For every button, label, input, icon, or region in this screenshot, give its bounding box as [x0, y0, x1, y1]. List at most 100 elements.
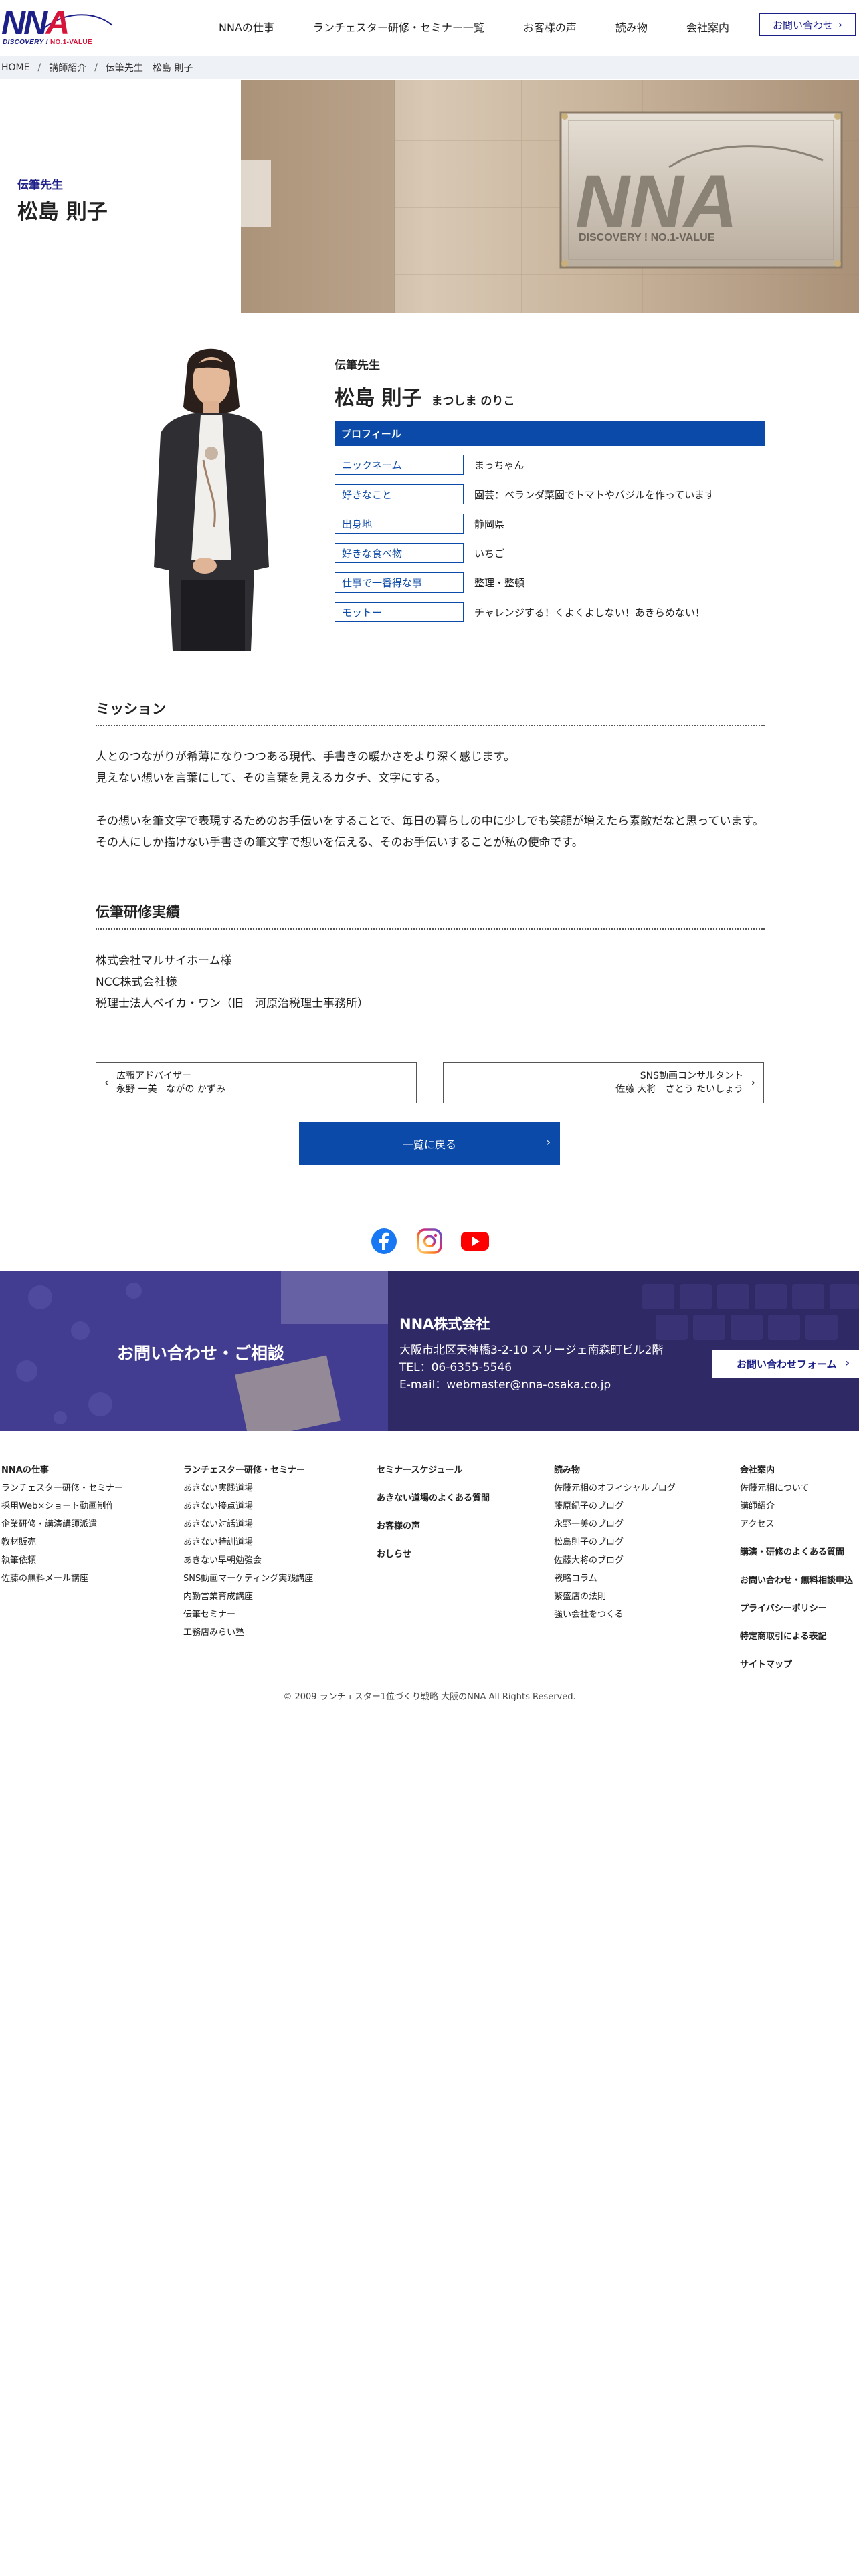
footer-col-company: 会社案内 佐藤元相について 講師紹介 アクセス 講演・研修のよくある質問 お問い…	[740, 1461, 853, 1684]
instagram-icon[interactable]	[416, 1228, 443, 1255]
footer-link[interactable]: 佐藤元相のオフィシャルブログ	[554, 1479, 676, 1497]
footer-heading[interactable]: 読み物	[554, 1461, 676, 1479]
footer-link[interactable]: 企業研修・講演講師派遣	[1, 1515, 123, 1533]
footer-link[interactable]: 繁盛店の法則	[554, 1588, 676, 1606]
contact-form-button[interactable]: お問い合わせフォーム ›	[712, 1350, 859, 1378]
profile-role: 伝筆先生	[335, 359, 380, 372]
youtube-icon[interactable]	[460, 1228, 490, 1255]
profile-key: 好きな食べ物	[335, 543, 464, 563]
header-contact-button[interactable]: お問い合わせ ›	[759, 13, 856, 36]
footer-link[interactable]: 講師紹介	[740, 1497, 853, 1515]
profile-row: 出身地 静岡県	[335, 514, 765, 534]
breadcrumb-current: 伝筆先生 松島 則子	[105, 63, 193, 74]
nav-item-company[interactable]: 会社案内	[686, 19, 729, 35]
profile-name: 松島 則子 まつしま のりこ	[335, 381, 514, 411]
footer-link[interactable]: 工務店みらい塾	[183, 1624, 313, 1642]
footer-link[interactable]: 藤原紀子のブログ	[554, 1497, 676, 1515]
profile-name-text: 松島 則子	[335, 387, 422, 410]
footer-link[interactable]: あきない早朝勉強会	[183, 1551, 313, 1570]
site-header: NNA DISCOVERY ! NO.1-VALUE NNAの仕事 ランチェスタ…	[0, 0, 859, 53]
mission-line: その想いを筆文字で表現するためのお手伝いをすることで、毎日の暮らしの中に少しでも…	[96, 815, 764, 828]
main-nav: NNAの仕事 ランチェスター研修・セミナー一覧 お客様の声 読み物 会社案内	[201, 0, 729, 53]
nav-item-voices[interactable]: お客様の声	[523, 19, 577, 35]
chevron-right-icon: ›	[838, 19, 842, 31]
footer-heading[interactable]: 会社案内	[740, 1461, 853, 1479]
hero-image: NNA DISCOVERY ! NO.1-VALUE	[241, 80, 859, 313]
footer-link[interactable]: お問い合わせ・無料相談申込	[740, 1572, 853, 1590]
mission-divider	[96, 725, 765, 726]
footer-link[interactable]: 戦略コラム	[554, 1570, 676, 1588]
logo-text-left: NN	[1, 4, 47, 41]
footer-heading[interactable]: NNAの仕事	[1, 1461, 123, 1479]
chevron-right-icon: ›	[845, 1356, 850, 1369]
footer-link[interactable]: あきない対話道場	[183, 1515, 313, 1533]
prev-role: 広報アドバイザー	[116, 1071, 191, 1081]
footer-link[interactable]: おしらせ	[377, 1545, 490, 1564]
achievement-item: NCC株式会社様	[96, 976, 177, 989]
sign-sub-text: DISCOVERY ! NO.1-VALUE	[579, 232, 715, 243]
hero-title: 伝筆先生 松島 則子	[17, 175, 108, 225]
facebook-icon[interactable]	[371, 1228, 397, 1255]
back-to-list-label: 一覧に戻る	[402, 1138, 456, 1151]
footer-link[interactable]: 特定商取引による表記	[740, 1628, 853, 1646]
profile-value: 園芸：ベランダ菜園でトマトやバジルを作っています	[474, 488, 715, 501]
contact-company: NNA株式会社	[399, 1316, 490, 1332]
logo-sub-left: DISCOVERY !	[3, 39, 51, 46]
footer-link[interactable]: プライバシーポリシー	[740, 1600, 853, 1618]
footer-link[interactable]: 教材販売	[1, 1533, 123, 1551]
footer-link[interactable]: 内勤営業育成講座	[183, 1588, 313, 1606]
profile-row: 仕事で一番得な事 整理・整頓	[335, 572, 765, 593]
chevron-right-icon: ›	[751, 1076, 755, 1089]
footer-link[interactable]: あきない接点道場	[183, 1497, 313, 1515]
achievement-item: 株式会社マルサイホーム様	[96, 954, 232, 968]
footer-link[interactable]: 採用Web×ショート動画制作	[1, 1497, 123, 1515]
footer-link[interactable]: 講演・研修のよくある質問	[740, 1543, 853, 1562]
footer-link[interactable]: お客様の声	[377, 1517, 490, 1535]
footer-link[interactable]: 永野一美のブログ	[554, 1515, 676, 1533]
nav-item-seminars[interactable]: ランチェスター研修・セミナー一覧	[313, 19, 484, 35]
footer-link[interactable]: 強い会社をつくる	[554, 1606, 676, 1624]
mission-text: 人とのつながりが希薄になりつつある現代、手書きの暖かさをより深く感じます。 見え…	[96, 746, 765, 853]
nav-item-work[interactable]: NNAの仕事	[219, 19, 274, 35]
profile-value: 静岡県	[474, 518, 505, 530]
logo-sub-right: NO.1-VALUE	[50, 39, 92, 46]
profile-table: ニックネーム まっちゃん 好きなこと 園芸：ベランダ菜園でトマトやバジルを作っていま…	[335, 455, 765, 631]
footer-link[interactable]: 執筆依頼	[1, 1551, 123, 1570]
breadcrumb-home[interactable]: HOME	[1, 62, 29, 73]
footer-col-seminars: ランチェスター研修・セミナー あきない実践道場 あきない接点道場 あきない対話道…	[183, 1461, 313, 1642]
contact-band: お問い合わせ・ご相談 NNA株式会社 大阪市北区天神橋3-2-10 スリージェ南…	[0, 1271, 859, 1431]
footer-link[interactable]: 佐藤元相について	[740, 1479, 853, 1497]
profile-row: ニックネーム まっちゃん	[335, 455, 765, 475]
footer-link[interactable]: SNS動画マーケティング実践講座	[183, 1570, 313, 1588]
footer-link[interactable]: ランチェスター研修・セミナー	[1, 1479, 123, 1497]
footer-link[interactable]: サイトマップ	[740, 1656, 853, 1674]
profile-key: 好きなこと	[335, 484, 464, 504]
footer-col-work: NNAの仕事 ランチェスター研修・セミナー 採用Web×ショート動画制作 企業研…	[1, 1461, 123, 1588]
copyright: © 2009 ランチェスター1位づくり戦略 大阪のNNA All Rights …	[283, 1692, 576, 1702]
chevron-left-icon: ‹	[104, 1076, 109, 1089]
mission-line: その人にしか描けない手書きの筆文字で想いを伝える、そのお手伝いすることが私の使命…	[96, 836, 583, 849]
profile-photo	[134, 340, 288, 651]
next-instructor-link[interactable]: SNS動画コンサルタント 佐藤 大将 さとう たいしょう ›	[443, 1062, 764, 1103]
footer-link[interactable]: あきない道場のよくある質問	[377, 1489, 490, 1507]
footer-link[interactable]: 佐藤の無料メール講座	[1, 1570, 123, 1588]
footer-link[interactable]: あきない実践道場	[183, 1479, 313, 1497]
contact-email: E-mail：webmaster@nna-osaka.co.jp	[399, 1378, 611, 1392]
back-to-list-button[interactable]: 一覧に戻る ›	[299, 1122, 560, 1165]
contact-tel: TEL：06-6355-5546	[399, 1361, 512, 1374]
footer-link[interactable]: 佐藤大将のブログ	[554, 1551, 676, 1570]
footer-heading[interactable]: ランチェスター研修・セミナー	[183, 1461, 313, 1479]
prev-instructor-link[interactable]: ‹ 広報アドバイザー 永野 一美 ながの かずみ	[96, 1062, 417, 1103]
contact-band-title: お問い合わせ・ご相談	[117, 1344, 285, 1363]
footer-link[interactable]: 松島則子のブログ	[554, 1533, 676, 1551]
footer-link[interactable]: あきない特訓道場	[183, 1533, 313, 1551]
hero-role: 伝筆先生	[17, 179, 63, 192]
breadcrumb-instructors[interactable]: 講師紹介	[49, 61, 86, 74]
footer-link[interactable]: 伝筆セミナー	[183, 1606, 313, 1624]
footer-link[interactable]: セミナースケジュール	[377, 1461, 490, 1479]
profile-key: 仕事で一番得な事	[335, 572, 464, 593]
hero-name: 松島 則子	[17, 200, 108, 224]
footer-link[interactable]: アクセス	[740, 1515, 853, 1533]
nav-item-readings[interactable]: 読み物	[615, 19, 648, 35]
site-logo[interactable]: NNA DISCOVERY ! NO.1-VALUE	[0, 5, 114, 47]
